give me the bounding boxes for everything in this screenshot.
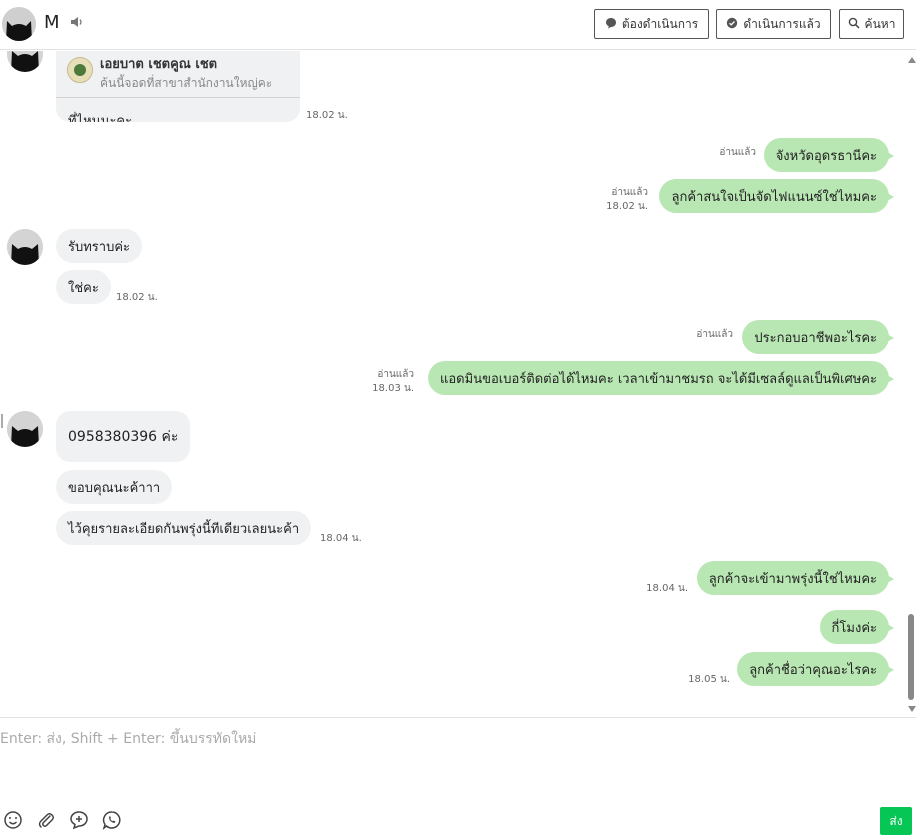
- message-time: 18.02 น.: [116, 292, 158, 303]
- whatsapp-phone-icon[interactable]: [102, 810, 122, 831]
- scroll-down-arrow-icon[interactable]: [908, 706, 916, 712]
- read-receipt: อ่านแล้ว: [377, 369, 414, 380]
- chat-header: M ต้องดำเนินการ ดำเนินการแล้ว ค้นหา: [0, 0, 916, 50]
- message-time: 18.04 น.: [320, 533, 362, 544]
- contact-avatar[interactable]: [7, 411, 43, 447]
- outgoing-message[interactable]: จังหวัดอุดรธานีคะ: [763, 138, 895, 172]
- scrollbar-thumb[interactable]: [908, 614, 914, 700]
- card-title: เอยบาต เชตคูณ เชต: [100, 57, 218, 72]
- speaker-icon[interactable]: [69, 14, 85, 30]
- selection-marker: [1, 414, 3, 428]
- incoming-message[interactable]: รับทราบค่ะ: [56, 229, 143, 263]
- incoming-message[interactable]: ขอบคุณนะค้าาา: [56, 470, 173, 504]
- send-button[interactable]: ส่ง: [880, 807, 912, 835]
- message-composer: ส่ง: [0, 717, 916, 839]
- emoji-icon[interactable]: [3, 810, 23, 830]
- contact-name: M: [44, 12, 60, 33]
- message-time: 18.04 น.: [646, 583, 688, 594]
- read-receipt: อ่านแล้ว: [611, 187, 648, 198]
- outgoing-message[interactable]: แอดมินขอเบอร์ติดต่อได้ไหมคะ เวลาเข้ามาชม…: [428, 361, 894, 395]
- incoming-message[interactable]: ใช่คะ: [56, 270, 111, 304]
- incoming-message[interactable]: ไว้คุยรายละเอียดกันพรุ่งนี้ทีเดียวเลยนะค…: [56, 511, 312, 545]
- card-divider: [56, 97, 300, 98]
- message-time: 18.02 น.: [306, 110, 348, 121]
- card-subtitle: ค้นนี้จอดที่สาขาสำนักงานใหญ่คะ: [100, 76, 273, 90]
- contact-avatar[interactable]: [7, 229, 43, 265]
- branch-logo-icon: [67, 57, 93, 83]
- done-button[interactable]: ดำเนินการแล้ว: [716, 9, 831, 39]
- message-input[interactable]: [0, 728, 900, 788]
- chat-messages[interactable]: เอยบาต เชตคูณ เชต ค้นนี้จอดที่สาขาสำนักง…: [0, 51, 906, 717]
- search-button[interactable]: ค้นหา: [839, 9, 904, 39]
- incoming-message[interactable]: 0958380396 ค่ะ: [56, 411, 191, 462]
- card-message: ที่ไหนนะคะ: [68, 114, 133, 122]
- search-icon: [848, 17, 860, 32]
- read-receipt: อ่านแล้ว: [719, 147, 756, 158]
- contact-avatar[interactable]: [7, 51, 43, 72]
- check-bubble-icon: [726, 17, 738, 32]
- paperclip-icon[interactable]: [36, 810, 56, 830]
- chat-bubble-icon: [605, 17, 617, 32]
- search-button-label: ค้นหา: [864, 16, 896, 31]
- outgoing-message[interactable]: กี่โมงค่ะ: [819, 610, 895, 644]
- shared-location-card[interactable]: เอยบาต เชตคูณ เชต ค้นนี้จอดที่สาขาสำนักง…: [56, 51, 300, 122]
- add-chat-icon[interactable]: [69, 810, 89, 830]
- contact-avatar[interactable]: [2, 7, 36, 41]
- message-time: 18.02 น.: [606, 201, 648, 212]
- chat-scrollbar[interactable]: [906, 51, 916, 717]
- outgoing-message[interactable]: ประกอบอาชีพอะไรคะ: [742, 320, 894, 354]
- outgoing-message[interactable]: ลูกค้าสนใจเป็นจัดไฟแนนซ์ใช่ไหมคะ: [659, 179, 894, 213]
- message-time: 18.05 น.: [688, 674, 730, 685]
- todo-button-label: ต้องดำเนินการ: [621, 16, 699, 31]
- outgoing-message[interactable]: ลูกค้าชื่อว่าคุณอะไรคะ: [737, 652, 894, 686]
- scroll-up-arrow-icon[interactable]: [908, 57, 916, 63]
- outgoing-message[interactable]: ลูกค้าจะเข้ามาพรุ่งนี้ใช่ไหมคะ: [696, 561, 895, 595]
- message-time: 18.03 น.: [372, 383, 414, 394]
- read-receipt: อ่านแล้ว: [696, 329, 733, 340]
- done-button-label: ดำเนินการแล้ว: [743, 16, 821, 31]
- todo-button[interactable]: ต้องดำเนินการ: [594, 9, 709, 39]
